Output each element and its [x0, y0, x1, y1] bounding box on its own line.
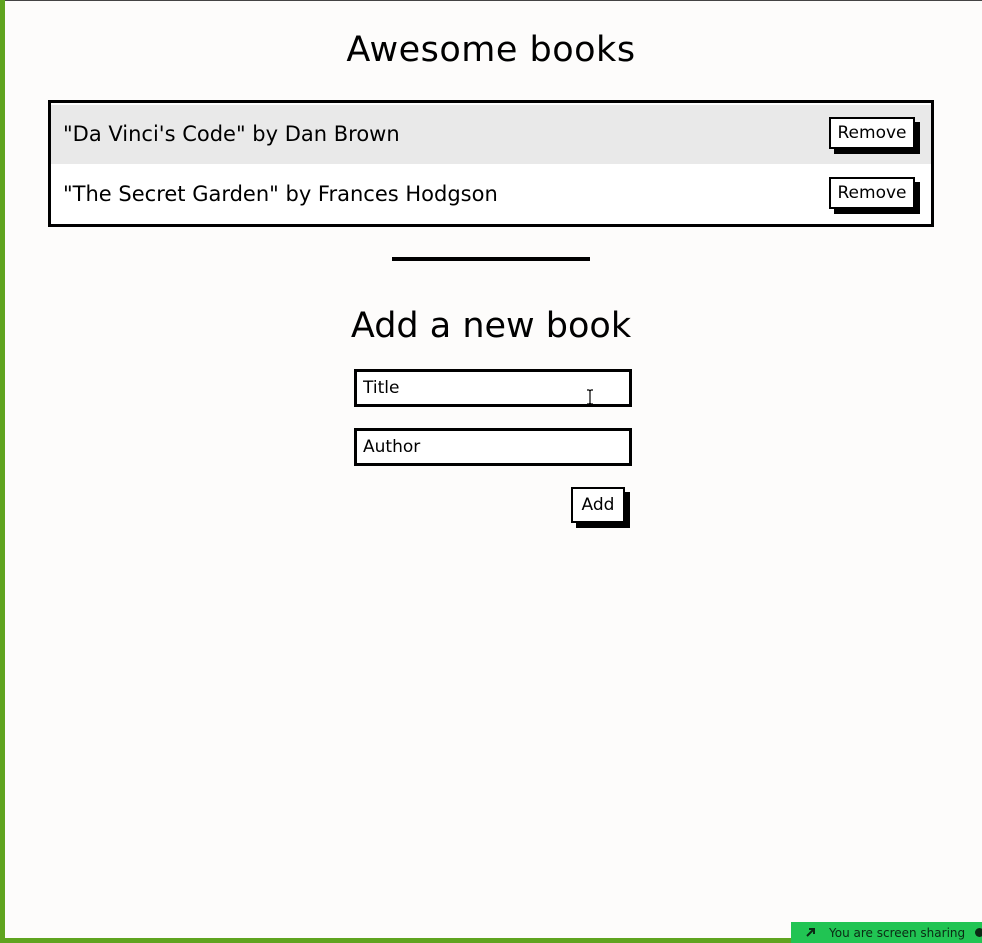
share-arrow-icon [806, 928, 815, 937]
window-top-border [0, 0, 982, 1]
book-text: "The Secret Garden" by Frances Hodgson [63, 182, 498, 206]
book-list: "Da Vinci's Code" by Dan Brown Remove "T… [48, 100, 934, 227]
screen-share-banner: You are screen sharing [791, 922, 982, 943]
window-left-border [0, 0, 5, 943]
screen-share-text: You are screen sharing [829, 926, 966, 940]
add-button[interactable]: Add [571, 487, 625, 523]
author-input[interactable] [354, 428, 632, 466]
remove-button[interactable]: Remove [829, 117, 915, 149]
book-row: "The Secret Garden" by Frances Hodgson R… [51, 165, 931, 224]
page-title: Awesome books [346, 30, 636, 70]
book-text: "Da Vinci's Code" by Dan Brown [63, 122, 400, 146]
remove-button[interactable]: Remove [829, 177, 915, 209]
i-beam-cursor-icon [587, 389, 593, 405]
section-divider [392, 257, 590, 261]
book-row: "Da Vinci's Code" by Dan Brown Remove [51, 105, 931, 164]
share-status-icon [975, 928, 982, 937]
add-book-heading: Add a new book [350, 306, 632, 346]
